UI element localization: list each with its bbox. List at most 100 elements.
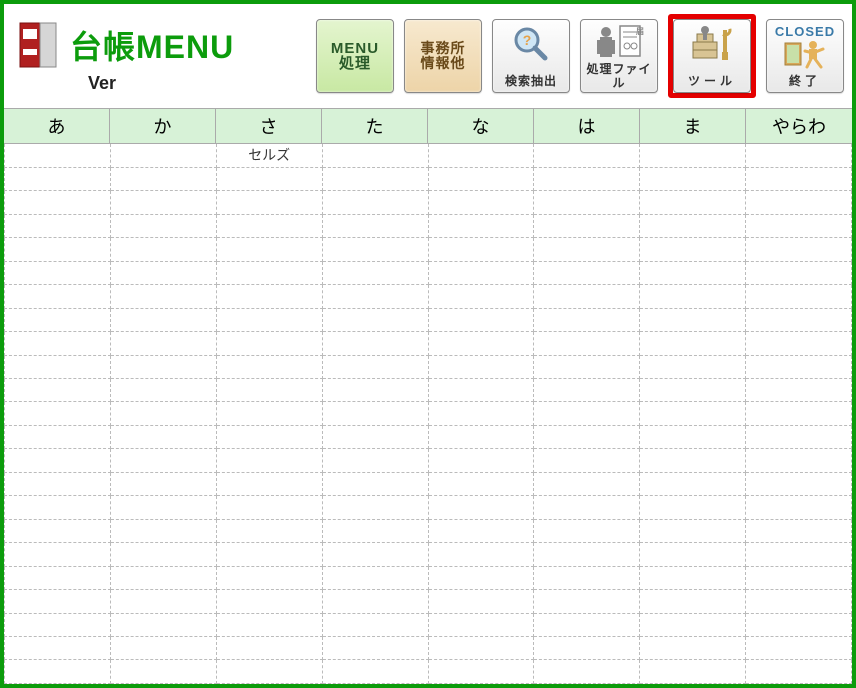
grid-cell[interactable] [746,238,852,261]
process-file-button[interactable]: 届 処理ファイル [580,19,658,93]
grid-cell[interactable] [640,519,746,542]
grid-cell[interactable] [640,144,746,167]
grid-cell[interactable] [216,543,322,566]
grid-cell[interactable] [640,637,746,660]
grid-cell[interactable] [110,379,216,402]
grid-cell[interactable] [640,449,746,472]
grid-cell[interactable] [5,379,111,402]
grid-cell[interactable] [640,355,746,378]
grid-cell[interactable] [428,379,534,402]
grid-cell[interactable] [534,402,640,425]
grid-cell[interactable] [5,472,111,495]
grid-cell[interactable] [5,613,111,636]
grid-cell[interactable] [746,261,852,284]
grid-cell[interactable] [216,566,322,589]
grid-cell[interactable] [216,191,322,214]
grid-cell[interactable] [110,566,216,589]
grid-cell[interactable] [110,660,216,684]
grid-cell[interactable] [428,214,534,237]
grid-cell[interactable] [746,191,852,214]
grid-cell[interactable] [640,402,746,425]
grid-cell[interactable] [428,167,534,190]
grid-cell[interactable] [428,449,534,472]
grid-cell[interactable] [640,238,746,261]
grid-cell[interactable] [428,285,534,308]
grid-cell[interactable] [5,402,111,425]
grid-cell[interactable] [5,261,111,284]
grid-cell[interactable] [534,660,640,684]
grid-cell[interactable] [5,590,111,613]
grid-cell[interactable] [746,613,852,636]
grid-cell[interactable] [534,590,640,613]
grid-cell[interactable] [428,519,534,542]
grid-cell[interactable] [216,355,322,378]
grid-cell[interactable] [428,191,534,214]
grid-cell[interactable] [110,191,216,214]
grid-cell[interactable] [640,543,746,566]
grid-cell[interactable] [216,637,322,660]
grid-cell[interactable] [322,496,428,519]
grid-cell[interactable] [322,613,428,636]
grid-cell[interactable] [322,167,428,190]
grid-cell[interactable] [640,191,746,214]
grid-cell[interactable] [216,214,322,237]
grid-cell[interactable] [110,496,216,519]
grid-cell[interactable] [322,660,428,684]
grid-cell[interactable] [534,449,640,472]
grid-cell[interactable] [746,379,852,402]
tool-button[interactable]: ツール [673,19,751,93]
grid-cell[interactable] [322,261,428,284]
grid-cell[interactable] [110,285,216,308]
grid-cell[interactable] [110,613,216,636]
grid-cell[interactable] [5,355,111,378]
grid-cell[interactable] [110,637,216,660]
kana-tab-ta[interactable]: た [322,109,428,143]
grid-cell[interactable] [110,355,216,378]
grid-cell[interactable] [216,519,322,542]
grid-cell[interactable] [322,308,428,331]
grid-cell[interactable] [746,144,852,167]
grid-cell[interactable] [110,238,216,261]
grid-cell[interactable] [428,543,534,566]
grid-cell[interactable] [746,566,852,589]
grid-cell[interactable] [322,449,428,472]
grid-cell[interactable] [746,214,852,237]
grid-cell[interactable] [640,167,746,190]
grid-cell[interactable] [428,660,534,684]
grid-cell[interactable] [216,660,322,684]
grid-cell[interactable] [322,566,428,589]
grid-cell[interactable] [322,590,428,613]
grid-cell[interactable] [110,214,216,237]
grid-cell[interactable] [534,214,640,237]
grid-cell[interactable] [110,519,216,542]
grid-cell[interactable] [640,425,746,448]
grid-cell[interactable] [110,590,216,613]
grid-cell[interactable] [640,379,746,402]
grid-cell[interactable] [534,519,640,542]
grid-cell[interactable] [746,308,852,331]
grid-cell[interactable] [5,332,111,355]
grid-cell[interactable] [5,191,111,214]
grid-cell[interactable] [216,590,322,613]
grid-cell[interactable] [5,566,111,589]
grid-cell[interactable] [322,355,428,378]
grid-cell[interactable] [5,660,111,684]
grid-cell[interactable] [428,472,534,495]
grid-cell[interactable] [746,167,852,190]
grid-cell[interactable] [428,496,534,519]
grid-cell[interactable] [746,496,852,519]
grid-cell[interactable] [322,238,428,261]
grid-cell[interactable] [534,167,640,190]
grid-cell[interactable] [5,496,111,519]
grid-cell[interactable] [428,613,534,636]
grid-cell[interactable] [110,472,216,495]
grid-cell[interactable] [216,332,322,355]
grid-cell[interactable] [428,261,534,284]
grid-cell[interactable] [110,332,216,355]
grid-cell[interactable] [534,496,640,519]
grid-cell[interactable] [322,425,428,448]
grid-cell[interactable] [322,214,428,237]
grid-cell[interactable] [428,308,534,331]
grid-cell[interactable] [746,637,852,660]
grid-cell[interactable] [534,144,640,167]
